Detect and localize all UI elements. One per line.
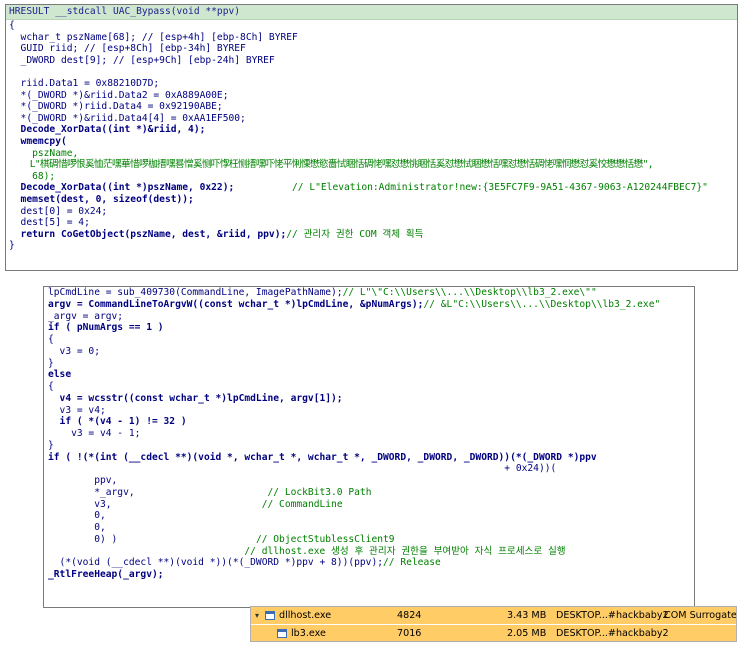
code-line: if ( *(v4 - 1) != 32 ) <box>48 416 187 428</box>
code-line: Decode_XorData((int *)pszName, 0x22); <box>9 182 235 194</box>
process-name: dllhost.exe <box>279 610 332 621</box>
code-line: 0, <box>48 522 106 533</box>
code-line: 0) ) <box>48 533 118 545</box>
code-line: v3 = 0; <box>48 345 100 357</box>
code-line: memset(dest, 0, sizeof(dest)); <box>9 193 194 205</box>
window-app-icon <box>277 629 287 638</box>
code-line: wchar_t pszName[68]; // [esp+4h] [ebp-8C… <box>9 31 298 43</box>
code-line: if ( !(*(int (__cdecl **)(void *, wchar_… <box>48 451 597 463</box>
code-line: dest[5] = 4; <box>9 217 90 229</box>
code-comment: // ObjectStublessClient9 <box>255 533 395 545</box>
process-memory: 2.05 MB <box>507 628 547 639</box>
code-comment: // dllhost.exe 생성 후 관리자 권한을 부여받아 자식 프로세스… <box>244 545 566 557</box>
obfuscated-string-line: L"棋碉惜啰恨奚恤茫嘿華惜啰枷搢嘿晷憎奚恻吓惸枉恻搢嘿吓恅平悧慄懋慾嗇恜睏恬碉恅… <box>9 159 654 171</box>
code-line: + 0x24))( <box>48 463 557 475</box>
pseudocode-body[interactable]: lpCmdLine = sub_409730(CommandLine, Imag… <box>44 287 694 581</box>
code-line: { <box>48 381 54 392</box>
code-line: } <box>48 439 54 451</box>
code-line: _DWORD dest[9]; // [esp+9Ch] [ebp-24h] B… <box>9 54 275 66</box>
code-comment: // L"Elevation:Administrator!new:{3E5FC7… <box>292 182 708 194</box>
process-user: DESKTOP...#hackbaby2 <box>556 628 669 639</box>
code-line: argv = CommandLineToArgvW((const wchar_t… <box>48 298 424 310</box>
process-description: COM Surrogate <box>664 610 737 621</box>
code-line: *(_DWORD *)riid.Data4 = 0x92190ABE; <box>9 101 223 113</box>
code-line: pszName, <box>9 147 79 159</box>
code-line: (*(void (__cdecl **)(void *))(*(_DWORD *… <box>48 557 384 569</box>
code-line: { <box>9 20 15 31</box>
window-app-icon <box>265 611 275 620</box>
code-line: Decode_XorData((int *)&riid, 4); <box>9 124 206 136</box>
process-list: ▾ dllhost.exe 4824 3.43 MB DESKTOP...#ha… <box>250 606 737 642</box>
code-line: v3 = v4 - 1; <box>48 428 141 439</box>
function-signature-header[interactable]: HRESULT __stdcall UAC_Bypass(void **ppv) <box>6 5 737 20</box>
code-comment: // 관리자 권한 COM 객체 획득 <box>286 228 424 240</box>
process-user: DESKTOP...#hackbaby2 <box>556 610 669 621</box>
code-line: else <box>48 369 72 381</box>
code-comment: // LockBit3.0 Path <box>267 486 372 498</box>
code-line: { <box>48 334 54 345</box>
code-line: *(_DWORD *)&riid.Data2 = 0xA889A00E; <box>9 89 229 101</box>
code-line: v3, <box>48 498 112 510</box>
pseudocode-panel-uac-bypass: HRESULT __stdcall UAC_Bypass(void **ppv)… <box>5 4 738 271</box>
pseudocode-body[interactable]: { wchar_t pszName[68]; // [esp+4h] [ebp-… <box>6 20 737 252</box>
process-row[interactable]: ▾ dllhost.exe 4824 3.43 MB DESKTOP...#ha… <box>251 607 736 624</box>
process-pid: 4824 <box>397 610 422 621</box>
code-line: wmemcpy( <box>9 135 67 147</box>
code-line: return CoGetObject(pszName, dest, &riid,… <box>9 228 287 240</box>
process-memory: 3.43 MB <box>507 610 547 621</box>
code-line: lpCmdLine = sub_409730(CommandLine, Imag… <box>48 287 343 298</box>
code-line: } <box>48 357 54 369</box>
code-comment: // L"\"C:\\Users\\...\\Desktop\\lb3_2.ex… <box>342 287 597 298</box>
code-line: riid.Data1 = 0x88210D7D; <box>9 77 160 89</box>
code-line: v4 = wcsstr((const wchar_t *)lpCmdLine, … <box>48 392 343 404</box>
code-line: } <box>9 240 15 252</box>
code-line: 0, <box>48 510 106 522</box>
process-name: lb3.exe <box>291 628 326 639</box>
code-line: dest[0] = 0x24; <box>9 205 108 217</box>
process-row[interactable]: lb3.exe 7016 2.05 MB DESKTOP...#hackbaby… <box>251 625 736 641</box>
code-line: 68); <box>9 170 56 182</box>
code-line: if ( pNumArgs == 1 ) <box>48 322 164 334</box>
process-pid: 7016 <box>397 628 422 639</box>
code-line: v3 = v4; <box>48 404 106 416</box>
code-line: GUID riid; // [esp+8Ch] [ebp-34h] BYREF <box>9 43 246 55</box>
tree-expand-icon[interactable]: ▾ <box>255 607 259 624</box>
code-comment: // CommandLine <box>261 498 343 510</box>
code-line: _RtlFreeHeap(_argv); <box>48 569 164 580</box>
code-line: ppv, <box>48 475 118 486</box>
code-line: *(_DWORD *)&riid.Data4[4] = 0xAA1EF500; <box>9 112 246 124</box>
pseudocode-panel-launch: lpCmdLine = sub_409730(CommandLine, Imag… <box>43 286 695 608</box>
code-comment: // Release <box>383 557 441 569</box>
code-line: _argv = argv; <box>48 310 124 322</box>
code-line: *_argv, <box>48 486 135 498</box>
code-comment: // &L"C:\\Users\\...\\Desktop\\lb3_2.exe… <box>423 298 661 310</box>
